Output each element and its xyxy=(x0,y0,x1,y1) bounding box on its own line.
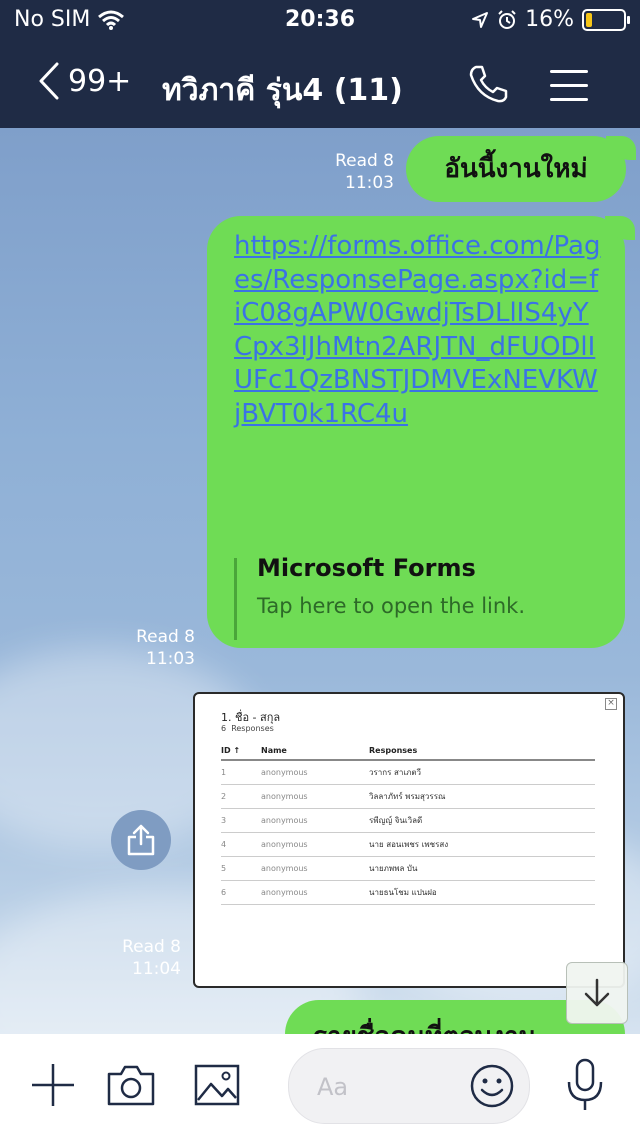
table-row: 5 anonymous นายภพพล บัน xyxy=(221,856,595,881)
message-text: รายชื่อคนที่ตอบงาน xyxy=(313,1016,536,1034)
cell-id: 2 xyxy=(221,784,261,809)
unread-count: 99+ xyxy=(68,63,132,99)
preview-description: Tap here to open the link. xyxy=(257,594,526,618)
location-icon xyxy=(472,11,489,28)
cell-name: anonymous xyxy=(261,784,369,809)
cell-name: anonymous xyxy=(261,808,369,833)
chat-header: 99+ ทวิภาคี รุ่น4 (11) xyxy=(0,40,640,128)
message-meta: Read 8 11:03 xyxy=(100,626,195,670)
cell-response: รพีญญ์ จินเวิลดี xyxy=(369,808,595,833)
link-message-bubble[interactable]: https://forms.office.com/Pages/ResponseP… xyxy=(207,216,635,648)
cell-response: วรากร สาเภตวี xyxy=(369,760,595,785)
emoji-icon[interactable] xyxy=(469,1063,515,1109)
message-text: อันนี้งานใหม่ xyxy=(444,154,588,184)
cell-response: นายธนโชม แปนฝอ xyxy=(369,880,595,905)
message-time: 11:03 xyxy=(146,649,195,669)
read-receipt: Read 8 xyxy=(136,627,195,647)
table-row: 1 anonymous วรากร สาเภตวี xyxy=(221,760,595,785)
input-bar xyxy=(0,1034,640,1136)
preview-title: Microsoft Forms xyxy=(257,554,476,582)
phone-icon[interactable] xyxy=(466,62,510,106)
column-header: Name xyxy=(261,744,369,761)
cell-id: 5 xyxy=(221,856,261,881)
image-message[interactable]: × 1. ชื่อ - สกุล 6 Responses ID ↑ Name R… xyxy=(193,692,625,988)
back-button[interactable]: 99+ xyxy=(38,62,131,100)
table-row: 6 anonymous นายธนโชม แปนฝอ xyxy=(221,880,595,905)
alarm-icon xyxy=(498,9,516,29)
responses-table: ID ↑ Name Responses 1 anonymous วรากร สา… xyxy=(221,744,595,905)
message-time: 11:04 xyxy=(132,959,181,979)
share-icon xyxy=(127,824,155,856)
image-response-count: 6 Responses xyxy=(221,724,274,733)
table-row: 4 anonymous นาย สอนเพชร เพชรสง xyxy=(221,832,595,857)
share-button[interactable] xyxy=(111,810,171,870)
message-input[interactable] xyxy=(315,1071,459,1103)
chat-area[interactable]: Read 8 11:03 อันนี้งานใหม่ Read 8 11:03 … xyxy=(0,128,640,1034)
cell-id: 6 xyxy=(221,880,261,905)
cell-name: anonymous xyxy=(261,856,369,881)
microphone-icon[interactable] xyxy=(564,1058,606,1112)
camera-icon[interactable] xyxy=(106,1062,156,1108)
read-receipt: Read 8 xyxy=(335,151,394,171)
column-header: ID ↑ xyxy=(221,744,261,761)
cell-id: 3 xyxy=(221,808,261,833)
table-row: 2 anonymous วิลลาภัทร์ พรมสุวรรณ xyxy=(221,784,595,809)
cell-id: 1 xyxy=(221,760,261,785)
close-icon: × xyxy=(605,698,617,710)
message-link[interactable]: https://forms.office.com/Pages/ResponseP… xyxy=(234,230,604,431)
scroll-down-button[interactable] xyxy=(566,962,628,1024)
status-right: 16% xyxy=(471,7,630,32)
read-receipt: Read 8 xyxy=(122,937,181,957)
message-time: 11:03 xyxy=(345,173,394,193)
battery-icon xyxy=(582,8,630,31)
cell-name: anonymous xyxy=(261,760,369,785)
message-meta: Read 8 11:03 xyxy=(300,150,394,194)
cell-id: 4 xyxy=(221,832,261,857)
chevron-left-icon xyxy=(39,62,59,100)
arrow-down-icon xyxy=(584,978,610,1007)
table-row: 3 anonymous รพีญญ์ จินเวิลดี xyxy=(221,808,595,833)
message-bubble[interactable]: อันนี้งานใหม่ xyxy=(406,136,636,202)
battery-percent: 16% xyxy=(525,7,574,32)
table-header-row: ID ↑ Name Responses xyxy=(221,744,595,761)
cell-name: anonymous xyxy=(261,832,369,857)
link-preview[interactable]: Microsoft Forms Tap here to open the lin… xyxy=(234,554,525,640)
cell-name: anonymous xyxy=(261,880,369,905)
chat-title[interactable]: ทวิภาคี รุ่น4 (11) xyxy=(162,67,403,114)
cell-response: นายภพพล บัน xyxy=(369,856,595,881)
cell-response: นาย สอนเพชร เพชรสง xyxy=(369,832,595,857)
menu-icon[interactable] xyxy=(550,70,588,101)
message-input-field[interactable] xyxy=(288,1048,530,1124)
message-meta: Read 8 11:04 xyxy=(90,936,181,980)
cell-response: วิลลาภัทร์ พรมสุวรรณ xyxy=(369,784,595,809)
image-icon[interactable] xyxy=(194,1062,240,1108)
status-bar: No SIM 20:36 16% xyxy=(0,0,640,40)
plus-icon[interactable] xyxy=(30,1062,76,1108)
column-header: Responses xyxy=(369,744,595,761)
